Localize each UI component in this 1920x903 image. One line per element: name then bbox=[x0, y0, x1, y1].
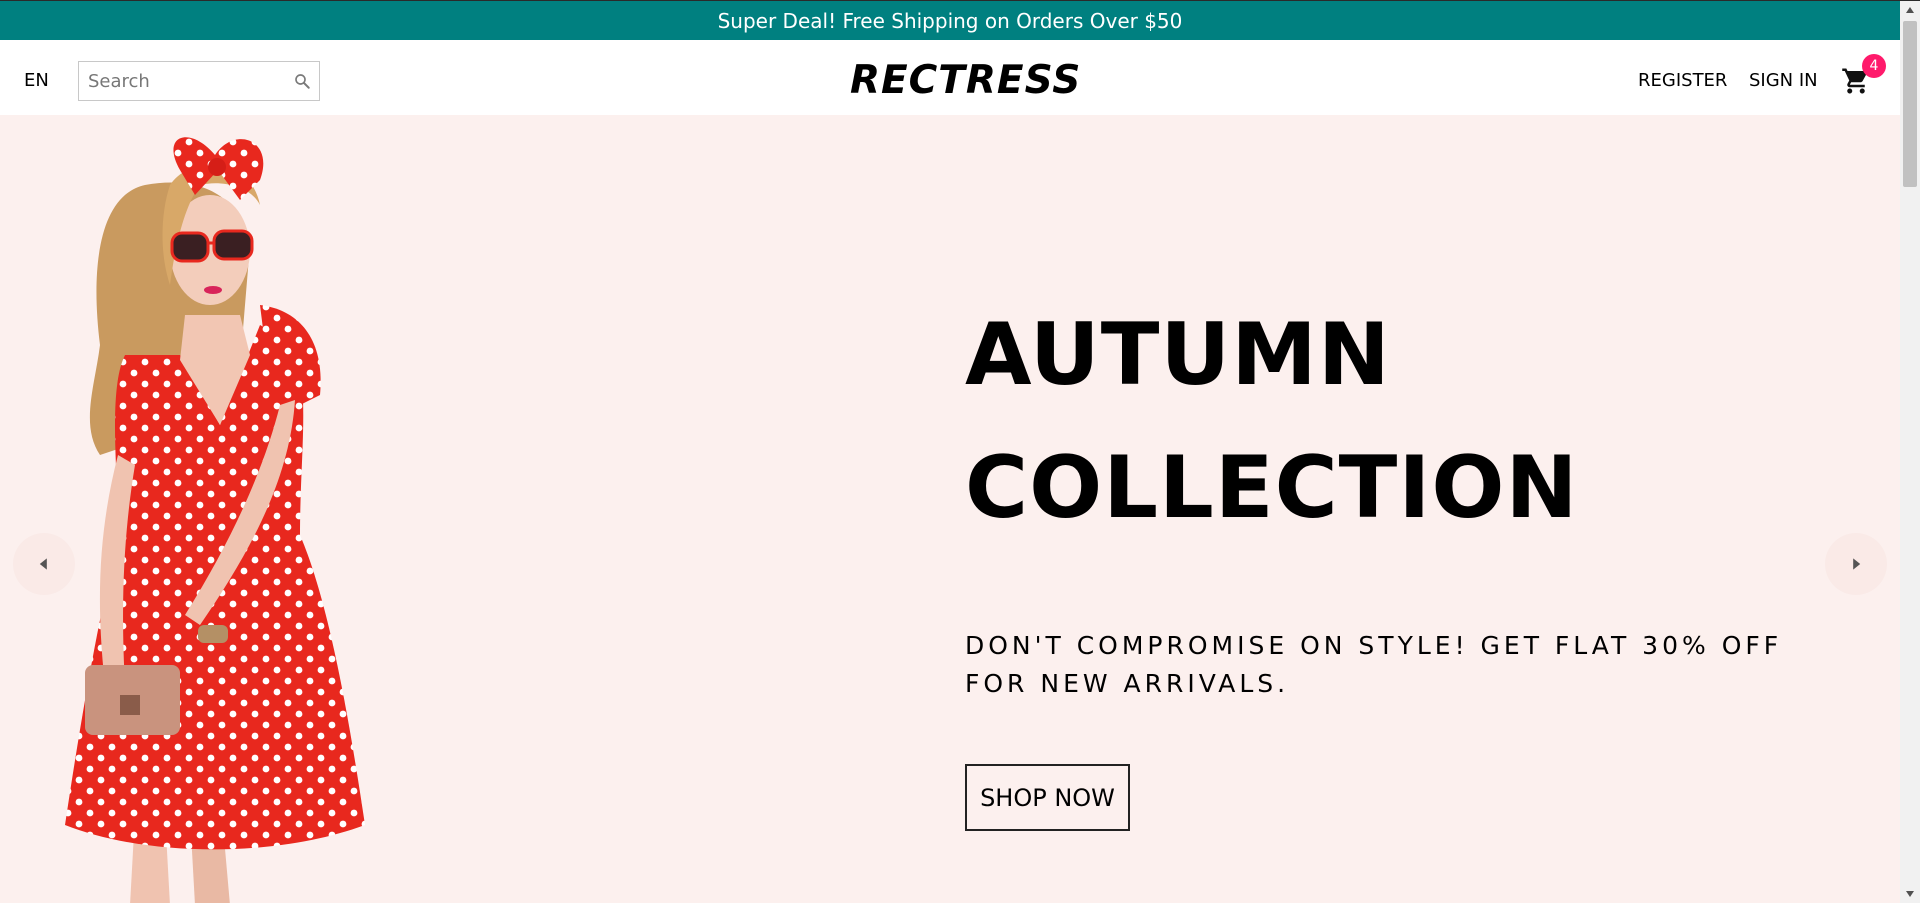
announcement-text: Super Deal! Free Shipping on Orders Over… bbox=[717, 8, 1183, 33]
shop-now-button[interactable]: SHOP NOW bbox=[965, 764, 1130, 831]
signin-link[interactable]: SIGN IN bbox=[1749, 70, 1818, 91]
search-icon[interactable] bbox=[293, 72, 311, 90]
hero-subtitle: DON'T COMPROMISE ON STYLE! GET FLAT 30% … bbox=[965, 631, 1783, 698]
hero-title-line2: COLLECTION bbox=[965, 438, 1579, 538]
page-scrollbar[interactable] bbox=[1900, 1, 1920, 903]
model-image bbox=[65, 137, 365, 903]
search-input[interactable] bbox=[79, 63, 288, 99]
register-link[interactable]: REGISTER bbox=[1638, 70, 1727, 91]
language-selector[interactable]: EN bbox=[24, 70, 49, 91]
scroll-up-button[interactable] bbox=[1900, 1, 1920, 19]
brand-logo[interactable]: RECTRESS bbox=[850, 58, 1080, 103]
scroll-up-icon bbox=[1906, 7, 1914, 13]
cart-count-badge: 4 bbox=[1862, 54, 1886, 78]
scroll-down-button[interactable] bbox=[1900, 885, 1920, 903]
search-box bbox=[78, 61, 320, 101]
hero-title-line1: AUTUMN bbox=[965, 305, 1391, 405]
navbar: EN RECTRESS REGISTER SIGN IN 4 bbox=[0, 40, 1900, 115]
scroll-thumb[interactable] bbox=[1903, 21, 1917, 187]
arrow-right-icon bbox=[1853, 558, 1861, 570]
announcement-bar: Super Deal! Free Shipping on Orders Over… bbox=[0, 1, 1900, 40]
hero-slider: AUTUMN COLLECTION DON'T COMPROMISE ON ST… bbox=[0, 115, 1900, 903]
scroll-down-icon bbox=[1906, 891, 1914, 897]
slider-next-button[interactable] bbox=[1825, 533, 1887, 595]
